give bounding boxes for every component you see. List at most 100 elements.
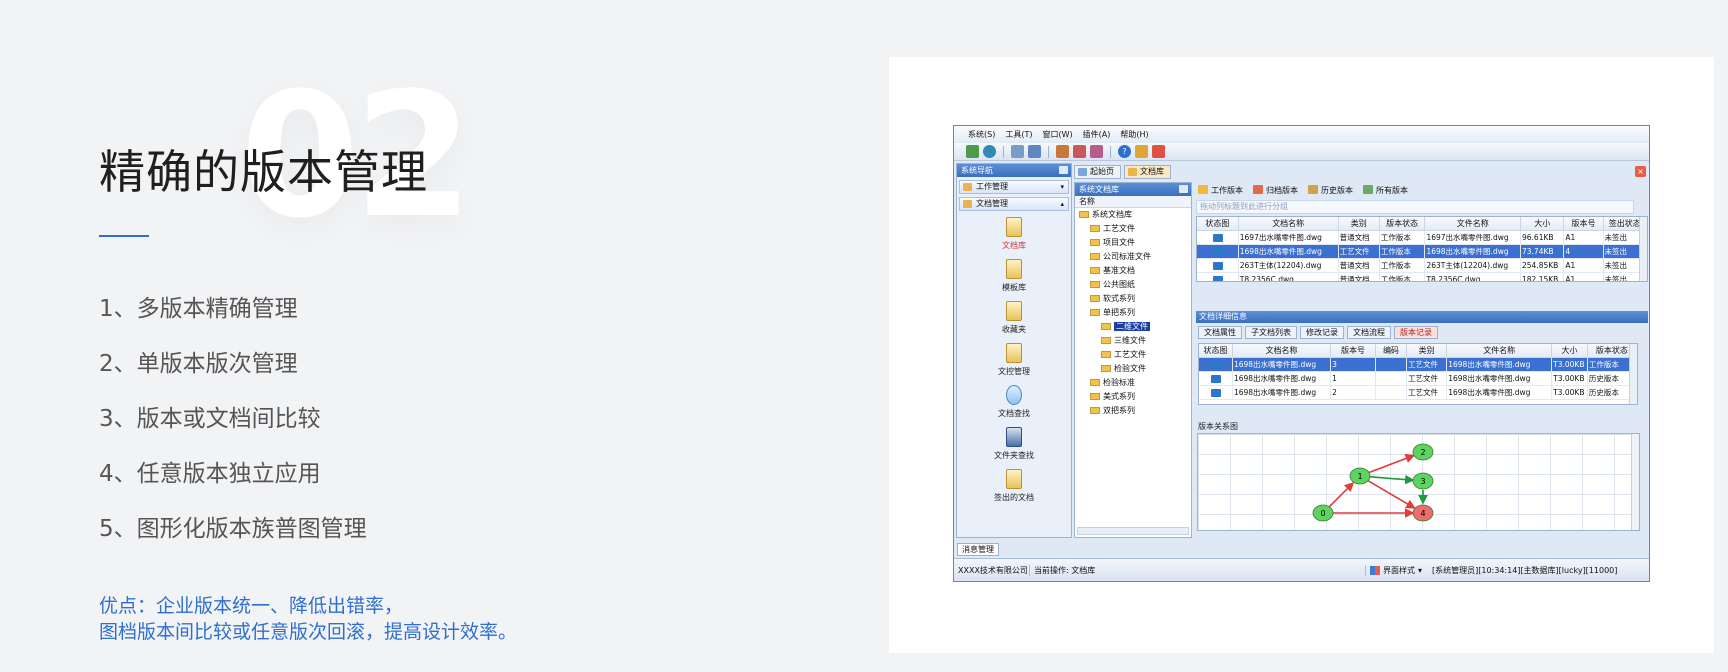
import-icon[interactable] bbox=[1090, 145, 1103, 158]
column-header[interactable]: 文件名称 bbox=[1424, 217, 1521, 231]
pin-icon[interactable] bbox=[1059, 166, 1068, 174]
column-header[interactable]: 文档名称 bbox=[1238, 217, 1339, 231]
folder-icon bbox=[1090, 379, 1100, 386]
nav-group-doc[interactable]: 文档管理 ▴ bbox=[959, 197, 1069, 211]
tree-node[interactable]: 美式系列 bbox=[1075, 390, 1191, 404]
graph-node[interactable]: 2 bbox=[1412, 443, 1434, 461]
table-row[interactable]: 1698出水嘴零件图.dwg 2 工艺文件 1698出水嘴零件图.dwg T3.00KB… bbox=[1199, 385, 1637, 400]
column-header[interactable]: 编码 bbox=[1375, 344, 1408, 358]
column-header[interactable]: 大小 bbox=[1520, 217, 1565, 231]
advantage-text: 优点：企业版本统一、降低出错率， 图档版本间比较或任意版次回滚，提高设计效率。 bbox=[99, 593, 517, 645]
tree-node[interactable]: 公共图纸 bbox=[1075, 278, 1191, 292]
exit-icon[interactable] bbox=[1152, 145, 1165, 158]
tree-node[interactable]: 工艺文件 bbox=[1075, 222, 1191, 236]
table-row[interactable]: T8 2356C.dwg 普通文档 工作版本 T8 2356C.dwg 182.15KB… bbox=[1197, 272, 1647, 281]
folder-tree-panel: 系统文档库 名称 系统文档库 工艺文件 项目文件 公司标准文件 基准文档 公共图纸 软式系列… bbox=[1074, 182, 1192, 538]
tree-node[interactable]: 检验文件 bbox=[1075, 362, 1191, 376]
feature-item: 1、多版本精确管理 bbox=[99, 296, 298, 322]
table-cell: T3.00KB bbox=[1551, 385, 1588, 400]
lock-icon[interactable] bbox=[1135, 145, 1148, 158]
column-header[interactable]: 大小 bbox=[1551, 344, 1588, 358]
vertical-scrollbar[interactable] bbox=[1629, 344, 1637, 404]
column-header[interactable]: 版本号 bbox=[1330, 344, 1376, 358]
menu-window[interactable]: 窗口(W) bbox=[1042, 129, 1072, 140]
table-row[interactable]: 1698出水嘴零件图.dwg 工艺文件 工作版本 1698出水嘴零件图.dwg 73.7… bbox=[1197, 244, 1647, 259]
globe-icon[interactable] bbox=[983, 145, 996, 158]
graph-node[interactable]: 1 bbox=[1349, 467, 1371, 485]
tab-archived-version[interactable]: 归档版本 bbox=[1253, 184, 1298, 196]
nav-item-template-library[interactable]: 模板库 bbox=[1002, 259, 1026, 301]
status-cell bbox=[1199, 385, 1233, 400]
column-header[interactable]: 类别 bbox=[1338, 217, 1380, 231]
tree-node[interactable]: 三维文件 bbox=[1075, 334, 1191, 348]
tab-message-management[interactable]: 消息管理 bbox=[957, 543, 999, 556]
tab-all-versions[interactable]: 所有版本 bbox=[1363, 184, 1408, 196]
table-row[interactable]: 1698出水嘴零件图.dwg 1 工艺文件 1698出水嘴零件图.dwg T3.00KB… bbox=[1199, 371, 1637, 386]
detail-tab[interactable]: 修改记录 bbox=[1300, 326, 1344, 339]
folder-icon bbox=[1128, 168, 1137, 176]
tree-node[interactable]: 工艺文件 bbox=[1075, 348, 1191, 362]
nav-item-favorites[interactable]: 收藏夹 bbox=[1002, 301, 1026, 343]
tree-node[interactable]: 软式系列 bbox=[1075, 292, 1191, 306]
pin-icon[interactable] bbox=[1179, 185, 1188, 193]
column-header[interactable]: 状态图 bbox=[1197, 217, 1239, 231]
tree-node[interactable]: 双把系列 bbox=[1075, 404, 1191, 418]
graph-node[interactable]: 3 bbox=[1412, 472, 1434, 490]
menu-plugins[interactable]: 插件(A) bbox=[1083, 129, 1111, 140]
status-cell bbox=[1197, 272, 1239, 281]
detail-tab[interactable]: 文档属性 bbox=[1198, 326, 1242, 339]
menu-system[interactable]: 系统(S) bbox=[968, 129, 995, 140]
detail-tab[interactable]: 版本记录 bbox=[1394, 326, 1438, 339]
nav-item-doc-search[interactable]: 文档查找 bbox=[998, 385, 1030, 427]
table-row[interactable]: 263T主体(12204).dwg 普通文档 工作版本 263T主体(12204).d… bbox=[1197, 258, 1647, 273]
nav-item-doc-control[interactable]: 文控管理 bbox=[998, 343, 1030, 385]
tab-history-version[interactable]: 历史版本 bbox=[1308, 184, 1353, 196]
export-icon[interactable] bbox=[1073, 145, 1086, 158]
table-cell: 1698出水嘴零件图.dwg bbox=[1446, 385, 1553, 400]
graph-node[interactable]: 0 bbox=[1312, 504, 1334, 522]
nav-item-checked-out[interactable]: 签出的文档 bbox=[994, 469, 1034, 511]
tree-node[interactable]: 系统文档库 bbox=[1075, 208, 1191, 222]
tree-node[interactable]: 基准文档 bbox=[1075, 264, 1191, 278]
column-header[interactable]: 类别 bbox=[1406, 344, 1448, 358]
vertical-scrollbar[interactable] bbox=[1639, 217, 1647, 281]
tab-work-version[interactable]: 工作版本 bbox=[1198, 184, 1243, 196]
close-icon[interactable]: × bbox=[1635, 166, 1646, 177]
nav-group-work[interactable]: 工作管理 ▾ bbox=[959, 180, 1069, 194]
graph-canvas: 0 1 2 3 4 bbox=[1312, 443, 1434, 522]
table-row[interactable]: 1698出水嘴零件图.dwg 3 工艺文件 1698出水嘴零件图.dwg T3.00KB… bbox=[1199, 357, 1637, 372]
tree-node[interactable]: 项目文件 bbox=[1075, 236, 1191, 250]
table-icon[interactable] bbox=[1028, 145, 1041, 158]
graph-node[interactable]: 4 bbox=[1412, 504, 1434, 522]
table-cell: 工艺文件 bbox=[1406, 385, 1448, 400]
horizontal-scrollbar[interactable] bbox=[1077, 527, 1189, 535]
tree-node[interactable]: 单把系列 bbox=[1075, 306, 1191, 320]
help-icon[interactable]: ? bbox=[1118, 145, 1131, 158]
table-cell bbox=[1375, 357, 1408, 372]
menu-tools[interactable]: 工具(T) bbox=[1005, 129, 1032, 140]
status-cell bbox=[1199, 371, 1233, 386]
detail-tab[interactable]: 子文档列表 bbox=[1245, 326, 1297, 339]
column-header[interactable]: 版本号 bbox=[1563, 217, 1604, 231]
nav-item-doc-library[interactable]: 文档库 bbox=[1002, 217, 1026, 259]
open-icon[interactable] bbox=[966, 145, 979, 158]
copy-icon[interactable] bbox=[1056, 145, 1069, 158]
nav-item-folder-search[interactable]: 文件夹查找 bbox=[994, 427, 1034, 469]
tree-node[interactable]: 检验标准 bbox=[1075, 376, 1191, 390]
tab-start-page[interactable]: 起始页 bbox=[1074, 165, 1121, 179]
toolbar-divider bbox=[1048, 145, 1049, 158]
tab-doc-library[interactable]: 文档库 bbox=[1124, 165, 1171, 179]
vertical-scrollbar[interactable] bbox=[1631, 434, 1639, 530]
detail-tab[interactable]: 文档流程 bbox=[1347, 326, 1391, 339]
table-row[interactable]: 1697出水嘴零件图.dwg 普通文档 工作版本 1697出水嘴零件图.dwg 96.6… bbox=[1197, 230, 1647, 245]
column-header[interactable]: 文件名称 bbox=[1446, 344, 1553, 358]
column-header[interactable]: 状态图 bbox=[1199, 344, 1233, 358]
print-icon[interactable] bbox=[1011, 145, 1024, 158]
tree-node[interactable]: 公司标准文件 bbox=[1075, 250, 1191, 264]
interface-style-dropdown[interactable]: 界面样式 ▾ bbox=[1366, 565, 1422, 576]
column-header[interactable]: 文档名称 bbox=[1232, 344, 1332, 358]
tree-node[interactable]: 二维文件 bbox=[1075, 320, 1191, 334]
column-header[interactable]: 版本状态 bbox=[1379, 217, 1426, 231]
graph-edge bbox=[1368, 474, 1415, 485]
menu-help[interactable]: 帮助(H) bbox=[1120, 129, 1148, 140]
